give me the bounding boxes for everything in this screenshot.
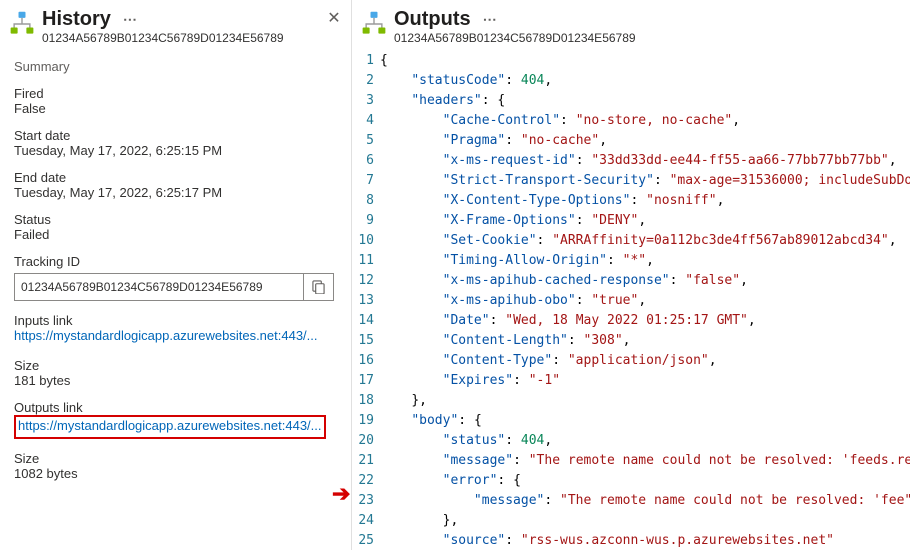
line-number: 1 [352, 51, 380, 71]
history-header: History ⋯ 01234A56789B01234C56789D01234E… [0, 0, 351, 49]
code-line: 23 "message": "The remote name could not… [352, 491, 910, 511]
line-number: 8 [352, 191, 380, 211]
line-number: 15 [352, 331, 380, 351]
line-number: 22 [352, 471, 380, 491]
outputs-more-icon[interactable]: ⋯ [483, 11, 497, 28]
inputs-link[interactable]: https://mystandardlogicapp.azurewebsites… [14, 328, 318, 343]
code-line: 1{ [352, 51, 910, 71]
code-line: 5 "Pragma": "no-cache", [352, 131, 910, 151]
status-label: Status [14, 212, 337, 227]
line-number: 16 [352, 351, 380, 371]
line-number: 19 [352, 411, 380, 431]
code-line: 21 "message": "The remote name could not… [352, 451, 910, 471]
code-line: 12 "x-ms-apihub-cached-response": "false… [352, 271, 910, 291]
line-number: 9 [352, 211, 380, 231]
code-line: 4 "Cache-Control": "no-store, no-cache", [352, 111, 910, 131]
line-number: 7 [352, 171, 380, 191]
code-line: 15 "Content-Length": "308", [352, 331, 910, 351]
start-date-value: Tuesday, May 17, 2022, 6:25:15 PM [14, 143, 337, 158]
start-date-label: Start date [14, 128, 337, 143]
status-value: Failed [14, 227, 337, 242]
history-more-icon[interactable]: ⋯ [123, 11, 137, 28]
history-pane: History ⋯ 01234A56789B01234C56789D01234E… [0, 0, 352, 550]
line-number: 4 [352, 111, 380, 131]
outputs-size-value: 1082 bytes [14, 466, 337, 481]
tracking-id-box [14, 273, 334, 301]
code-line: 2 "statusCode": 404, [352, 71, 910, 91]
end-date-label: End date [14, 170, 337, 185]
outputs-size-label: Size [14, 451, 337, 466]
workflow-icon [8, 10, 36, 38]
close-icon[interactable]: ✕ [325, 8, 343, 28]
code-line: 20 "status": 404, [352, 431, 910, 451]
code-line: 6 "x-ms-request-id": "33dd33dd-ee44-ff55… [352, 151, 910, 171]
code-line: 19 "body": { [352, 411, 910, 431]
code-line: 3 "headers": { [352, 91, 910, 111]
line-number: 17 [352, 371, 380, 391]
end-date-value: Tuesday, May 17, 2022, 6:25:17 PM [14, 185, 337, 200]
outputs-title: Outputs [394, 8, 471, 31]
line-number: 11 [352, 251, 380, 271]
code-line: 22 "error": { [352, 471, 910, 491]
summary-label: Summary [14, 59, 337, 74]
copy-icon[interactable] [303, 274, 333, 300]
code-line: 7 "Strict-Transport-Security": "max-age=… [352, 171, 910, 191]
code-line: 14 "Date": "Wed, 18 May 2022 01:25:17 GM… [352, 311, 910, 331]
history-id: 01234A56789B01234C56789D01234E56789 [42, 31, 341, 45]
fired-label: Fired [14, 86, 337, 101]
code-line: 25 "source": "rss-wus.azconn-wus.p.azure… [352, 531, 910, 550]
history-body: Summary Fired False Start date Tuesday, … [0, 49, 351, 491]
line-number: 25 [352, 531, 380, 550]
line-number: 20 [352, 431, 380, 451]
history-title: History [42, 8, 111, 31]
line-number: 18 [352, 391, 380, 411]
line-number: 12 [352, 271, 380, 291]
line-number: 13 [352, 291, 380, 311]
code-line: 13 "x-ms-apihub-obo": "true", [352, 291, 910, 311]
outputs-header: Outputs ⋯ 01234A56789B01234C56789D01234E… [352, 0, 910, 51]
code-line: 8 "X-Content-Type-Options": "nosniff", [352, 191, 910, 211]
outputs-link-highlight: https://mystandardlogicapp.azurewebsites… [14, 415, 326, 439]
outputs-link[interactable]: https://mystandardlogicapp.azurewebsites… [18, 418, 322, 433]
workflow-icon [360, 10, 388, 38]
tracking-id-label: Tracking ID [14, 254, 337, 269]
outputs-pane: Outputs ⋯ 01234A56789B01234C56789D01234E… [352, 0, 910, 550]
inputs-size-value: 181 bytes [14, 373, 337, 388]
code-line: 24 }, [352, 511, 910, 531]
code-line: 17 "Expires": "-1" [352, 371, 910, 391]
line-number: 21 [352, 451, 380, 471]
line-number: 5 [352, 131, 380, 151]
line-number: 14 [352, 311, 380, 331]
json-viewer[interactable]: 1{2 "statusCode": 404,3 "headers": {4 "C… [352, 51, 910, 550]
line-number: 2 [352, 71, 380, 91]
code-line: 11 "Timing-Allow-Origin": "*", [352, 251, 910, 271]
tracking-id-input[interactable] [15, 280, 303, 294]
code-line: 18 }, [352, 391, 910, 411]
line-number: 24 [352, 511, 380, 531]
line-number: 23 [352, 491, 380, 511]
code-line: 10 "Set-Cookie": "ARRAffinity=0a112bc3de… [352, 231, 910, 251]
code-line: 16 "Content-Type": "application/json", [352, 351, 910, 371]
inputs-link-label: Inputs link [14, 313, 337, 328]
outputs-link-label: Outputs link [14, 400, 337, 415]
line-number: 3 [352, 91, 380, 111]
line-number: 6 [352, 151, 380, 171]
line-number: 10 [352, 231, 380, 251]
fired-value: False [14, 101, 337, 116]
code-line: 9 "X-Frame-Options": "DENY", [352, 211, 910, 231]
outputs-id: 01234A56789B01234C56789D01234E56789 [394, 31, 900, 45]
inputs-size-label: Size [14, 358, 337, 373]
